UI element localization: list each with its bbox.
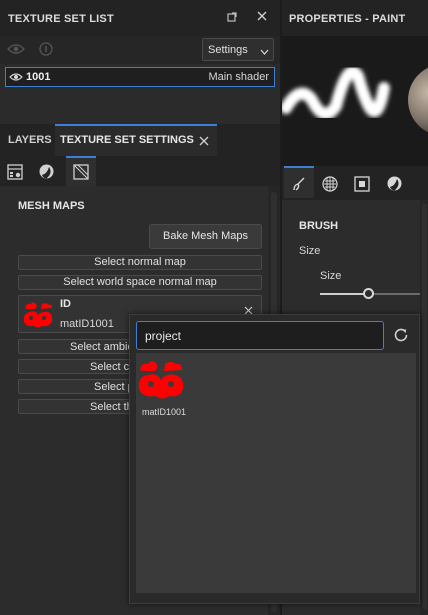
close-tab-icon[interactable] [199,136,209,149]
brush-icon [291,176,307,195]
tab-layers-label: LAYERS [8,134,52,146]
size-slider-fill [320,293,368,295]
visibility-toggle-icon[interactable] [7,43,25,58]
eye-icon[interactable] [9,72,23,85]
size-sub-label: Size [320,270,342,282]
texture-set-list-title: TEXTURE SET LIST [8,13,114,25]
select-ambient-label: Select ambie [70,341,134,353]
texture-set-row-1001[interactable]: 1001 Main shader [5,67,275,87]
properties-tool-tabs [282,166,428,200]
id-map-value: matID1001 [60,318,114,330]
properties-title: PROPERTIES - PAINT [289,13,406,25]
texture-set-list-header: TEXTURE SET LIST [0,0,280,36]
brush-stroke-preview [280,65,428,133]
id-map-thumbnail [22,299,54,331]
texture-set-list-body [0,88,280,124]
brush-tab[interactable] [284,166,314,198]
texture-set-settings-icon[interactable] [7,164,23,183]
size-label: Size [299,245,321,257]
refresh-icon[interactable] [392,326,410,347]
uv-mesh-icon [73,164,89,183]
resource-search-value: project [145,329,182,343]
resource-results-list: matID1001 [136,353,416,593]
stencil-icon[interactable] [354,176,370,195]
resource-item-label: matID1001 [142,407,187,417]
select-position-label: Select p [94,381,134,393]
id-map-label: ID [60,298,71,310]
right-scrollbar-thumb[interactable] [422,204,427,609]
id-map-resource-picker: project matID1001 [129,314,420,604]
chevron-down-icon [260,46,269,58]
solo-icon[interactable] [38,42,54,59]
select-world-space-normal-map-button[interactable]: Select world space normal map [18,275,262,290]
tab-texture-set-settings[interactable]: TEXTURE SET SETTINGS [55,124,217,156]
resource-thumbnail [138,358,188,402]
mesh-maps-tab[interactable] [66,156,96,186]
select-thickness-label: Select th [90,401,133,413]
settings-dropdown-label: Settings [208,44,248,56]
tab-texture-set-settings-label: TEXTURE SET SETTINGS [60,134,194,146]
popout-icon[interactable] [226,11,238,26]
close-icon[interactable] [256,10,268,25]
select-normal-map-button[interactable]: Select normal map [18,255,262,270]
settings-dropdown[interactable]: Settings [202,38,274,61]
bake-mesh-maps-button[interactable]: Bake Mesh Maps [149,224,262,249]
brush-preview [280,36,428,166]
texture-set-shader: Main shader [208,71,269,83]
tab-layers[interactable]: LAYERS [0,124,54,156]
size-slider-handle[interactable] [363,288,374,299]
texture-set-toolbar: Settings [0,36,280,64]
material-ball-icon[interactable] [38,163,55,183]
material-icon[interactable] [386,175,403,195]
texture-set-name: 1001 [26,71,51,83]
right-panel-scrollbar[interactable] [420,200,428,615]
texture-set-settings-iconbar [0,156,280,186]
resource-search-input[interactable]: project [136,321,384,350]
resource-item-matid1001[interactable]: matID1001 [138,358,190,417]
left-tab-bar: LAYERS TEXTURE SET SETTINGS [0,124,280,156]
mesh-maps-title: MESH MAPS [18,200,85,212]
properties-header: PROPERTIES - PAINT [282,0,428,36]
alpha-icon[interactable] [322,176,338,195]
brush-section-title: BRUSH [299,220,339,232]
